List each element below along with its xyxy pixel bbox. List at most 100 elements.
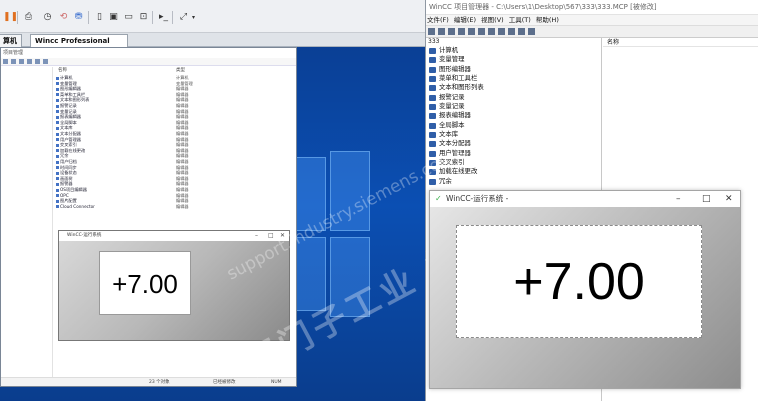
- console-icon[interactable]: ▸_: [158, 12, 169, 23]
- menu-edit[interactable]: 编辑(E): [454, 16, 476, 24]
- tree-item[interactable]: 图形编辑器: [426, 65, 601, 74]
- copy-icon[interactable]: [468, 28, 475, 35]
- maximize-icon[interactable]: □: [702, 191, 711, 207]
- vm-tab-strip: 算机 Wincc Professional 7.5 SP2✕: [0, 33, 425, 57]
- tree-item[interactable]: 变量记录: [426, 102, 601, 111]
- tree-item[interactable]: 全局脚本: [426, 121, 601, 130]
- menu-file[interactable]: 文件(F): [427, 16, 449, 24]
- list-item-name: 交叉索引: [60, 142, 77, 148]
- tree-item-icon: [429, 76, 436, 83]
- list-item-name: 用户管理器: [60, 136, 81, 142]
- tree-item[interactable]: 菜单和工具栏: [426, 74, 601, 83]
- snapshot-icon[interactable]: ⟲: [58, 12, 69, 23]
- item-icon: [56, 121, 59, 125]
- item-icon: [56, 138, 59, 142]
- tree-item-label: 报表编辑器: [439, 111, 471, 120]
- vm-window-title: 项目管理: [1, 48, 296, 58]
- run-icon[interactable]: [448, 28, 455, 35]
- toolbar: [426, 26, 758, 38]
- tree-item[interactable]: 加载在线更改: [426, 167, 601, 176]
- properties-icon[interactable]: [518, 28, 525, 35]
- sidebar-toggle-icon[interactable]: ▯: [94, 12, 105, 23]
- tree-item-label: 变量记录: [439, 102, 465, 111]
- wincc-runtime-icon: ✓: [435, 194, 442, 203]
- vm-status-bar: 23 个对象 已经被修改 NUM: [1, 377, 296, 386]
- minimize-icon[interactable]: –: [255, 231, 258, 241]
- item-icon: [56, 188, 59, 192]
- pause-icon[interactable]: ❚❚: [3, 12, 18, 23]
- close-icon[interactable]: ✕: [725, 191, 733, 207]
- list-item-name: 文本和图形列表: [60, 97, 90, 103]
- runtime-canvas: +7.00: [430, 207, 740, 388]
- list-item-name: OPC: [60, 192, 69, 198]
- unity-icon[interactable]: ▭: [123, 12, 134, 23]
- save-icon[interactable]: [438, 28, 445, 35]
- cut-icon[interactable]: [458, 28, 465, 35]
- list-item-name: Cloud Connector: [60, 203, 95, 209]
- tab-computer[interactable]: 算机: [0, 34, 22, 47]
- list-item[interactable]: Cloud Connector 编辑器: [56, 204, 296, 210]
- list-item-type: 编辑器: [176, 203, 189, 209]
- tree-item-label: 文本和图形列表: [439, 83, 484, 92]
- snapshot-manager-icon[interactable]: ⛃: [73, 12, 84, 23]
- tree-item[interactable]: 报警记录: [426, 93, 601, 102]
- tree-item[interactable]: 文本和图形列表: [426, 83, 601, 92]
- runtime-title-text: WinCC-运行系统 -: [446, 194, 509, 203]
- item-icon: [56, 205, 59, 209]
- item-icon: [56, 132, 59, 136]
- item-icon: [56, 182, 59, 186]
- list-item-name: 文本分配器: [60, 131, 81, 136]
- vm-io-field[interactable]: +7.00: [99, 251, 191, 315]
- help-icon[interactable]: [528, 28, 535, 35]
- list-view-icon[interactable]: [498, 28, 505, 35]
- item-icon: [56, 115, 59, 119]
- list-item-name: 变量管理: [60, 80, 77, 86]
- new-icon[interactable]: [428, 28, 435, 35]
- menu-tools[interactable]: 工具(T): [509, 16, 531, 24]
- tree-item[interactable]: 报表编辑器: [426, 111, 601, 120]
- tree-item-icon: [429, 141, 436, 148]
- large-icons-icon[interactable]: [488, 28, 495, 35]
- clock-icon[interactable]: ◷: [42, 12, 53, 23]
- fit-window-icon[interactable]: ⊡: [138, 12, 149, 23]
- chevron-down-icon[interactable]: ▾: [188, 12, 199, 23]
- list-item-name: 图形编辑器: [60, 86, 81, 92]
- paste-icon[interactable]: [478, 28, 485, 35]
- item-icon: [56, 104, 59, 108]
- host-toolbar: ❚❚ ⎙ ◷ ⟲ ⛃ ▯ ▣ ▭ ⊡ ▸_ ⤢ ▾: [0, 0, 425, 33]
- details-view-icon[interactable]: [508, 28, 515, 35]
- item-icon: [56, 143, 59, 147]
- print-icon[interactable]: ⎙: [23, 12, 34, 23]
- detail-header-name[interactable]: 名称: [603, 38, 758, 47]
- tree-item-label: 菜单和工具栏: [439, 74, 478, 83]
- menu-help[interactable]: 帮助(H): [536, 16, 559, 24]
- tree-item[interactable]: 冗余: [426, 177, 601, 186]
- list-item-name: 用户归档: [60, 159, 77, 164]
- col-header-type[interactable]: 类型: [176, 67, 185, 73]
- tab-wincc-vm[interactable]: Wincc Professional 7.5 SP2✕: [30, 34, 128, 57]
- tree-item-icon: [429, 66, 436, 73]
- menu-view[interactable]: 视图(V): [481, 16, 504, 24]
- minimize-icon[interactable]: –: [676, 191, 681, 207]
- col-header-name[interactable]: 名称: [58, 67, 67, 73]
- item-icon: [56, 149, 59, 153]
- window-title: WinCC 项目管理器 - C:\Users\1\Desktop\567\333…: [426, 0, 758, 15]
- item-icon: [56, 194, 59, 198]
- tree-item[interactable]: 计算机: [426, 46, 601, 55]
- vm-tree-pane: [1, 67, 53, 377]
- io-field-value[interactable]: +7.00: [456, 225, 702, 338]
- item-icon: [56, 160, 59, 164]
- list-item-name: 报表编辑器: [60, 114, 81, 120]
- list-item-name: OS项目编辑器: [60, 187, 87, 192]
- item-icon: [56, 98, 59, 102]
- tree-item-label: 文本库: [439, 130, 459, 139]
- list-item-name: 冗余: [60, 153, 69, 159]
- tree-item-icon: [429, 94, 436, 101]
- status-modified: 已经被修改: [213, 380, 236, 385]
- tree-root[interactable]: 333: [426, 38, 601, 46]
- list-item-name: 图片配置: [60, 198, 77, 204]
- list-item-name: 报警器: [60, 181, 73, 187]
- fullscreen-icon[interactable]: ▣: [108, 12, 119, 23]
- status-num: NUM: [271, 380, 282, 385]
- tree-item[interactable]: 变量管理: [426, 55, 601, 64]
